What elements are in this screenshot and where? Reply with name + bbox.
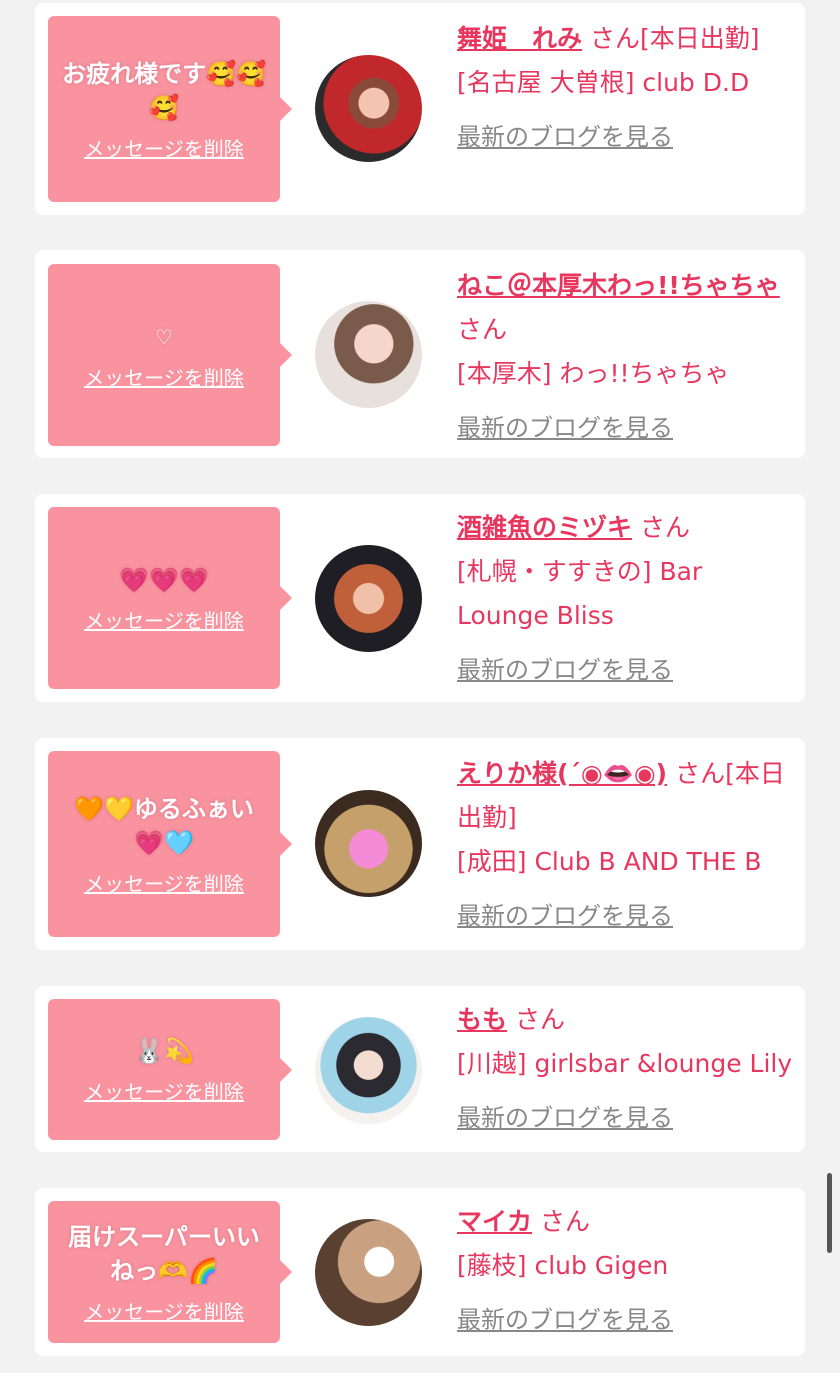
message-bubble: ♡ メッセージを削除 (48, 264, 292, 446)
message-text: 🐰💫 (134, 1037, 194, 1065)
avatar[interactable] (315, 55, 422, 162)
latest-blog-link[interactable]: 最新のブログを見る (457, 406, 673, 450)
delete-message-link[interactable]: メッセージを削除 (84, 868, 244, 897)
message-text: ♡ (155, 324, 173, 349)
avatar[interactable] (315, 545, 422, 652)
san-suffix: さん (514, 1005, 565, 1034)
message-bubble: 🐰💫 メッセージを削除 (48, 999, 292, 1140)
scrollbar[interactable] (827, 1173, 832, 1253)
profile-info: えりか様(´◉👄◉) さん[本日出勤] [成田] Club B AND THE … (457, 752, 792, 938)
message-text: 💗💗💗 (119, 565, 209, 594)
san-suffix: さん (457, 315, 508, 344)
shop-label: [藤枝] club Gigen (457, 1251, 669, 1280)
message-card: 🐰💫 メッセージを削除 もも さん [川越] girlsbar &lounge … (35, 986, 805, 1152)
avatar[interactable] (315, 1219, 422, 1326)
delete-message-link[interactable]: メッセージを削除 (84, 1296, 244, 1325)
profile-name-link[interactable]: 酒雑魚のミヅキ (457, 513, 632, 542)
latest-blog-link[interactable]: 最新のブログを見る (457, 1298, 673, 1342)
delete-message-link[interactable]: メッセージを削除 (84, 362, 244, 391)
profile-name-link[interactable]: えりか様(´◉👄◉) (457, 759, 667, 788)
shop-label: [成田] Club B AND THE B (457, 847, 762, 876)
san-suffix: さん (675, 759, 726, 788)
message-card: 届けスーパーいいねっ🫶🌈 メッセージを削除 マイカ さん [藤枝] club G… (35, 1188, 805, 1356)
avatar[interactable] (315, 301, 422, 408)
profile-info: ねこ＠本厚木わっ!!ちゃちゃ さん [本厚木] わっ!!ちゃちゃ 最新のブログを… (457, 264, 792, 450)
delete-message-link[interactable]: メッセージを削除 (84, 1076, 244, 1105)
message-bubble: 🧡💛ゆるふぁい💗🩵 メッセージを削除 (48, 751, 292, 937)
san-suffix: さん (539, 1207, 590, 1236)
shop-label: [本厚木] わっ!!ちゃちゃ (457, 359, 730, 388)
profile-name-link[interactable]: ねこ＠本厚木わっ!!ちゃちゃ (457, 271, 780, 300)
latest-blog-link[interactable]: 最新のブログを見る (457, 894, 673, 938)
message-bubble: 届けスーパーいいねっ🫶🌈 メッセージを削除 (48, 1201, 292, 1343)
latest-blog-link[interactable]: 最新のブログを見る (457, 115, 673, 159)
shop-label: [川越] girlsbar &lounge Lily (457, 1049, 793, 1078)
message-bubble: お疲れ様です🥰🥰🥰 メッセージを削除 (48, 16, 292, 202)
message-text: 🧡💛ゆるふぁい💗🩵 (74, 794, 254, 857)
latest-blog-link[interactable]: 最新のブログを見る (457, 648, 673, 692)
delete-message-link[interactable]: メッセージを削除 (84, 133, 244, 162)
delete-message-link[interactable]: メッセージを削除 (84, 605, 244, 634)
avatar[interactable] (315, 1017, 422, 1124)
message-bubble: 💗💗💗 メッセージを削除 (48, 507, 292, 689)
profile-name-link[interactable]: マイカ (457, 1207, 532, 1236)
latest-blog-link[interactable]: 最新のブログを見る (457, 1096, 673, 1140)
profile-name-link[interactable]: 舞姫 れみ (457, 24, 582, 53)
avatar[interactable] (315, 790, 422, 897)
shop-label: [札幌・すすきの] Bar Lounge Bliss (457, 557, 703, 630)
shop-label: [名古屋 大曽根] club D.D (457, 68, 750, 97)
message-card: お疲れ様です🥰🥰🥰 メッセージを削除 舞姫 れみ さん[本日出勤] [名古屋 大… (35, 3, 805, 215)
message-card: ♡ メッセージを削除 ねこ＠本厚木わっ!!ちゃちゃ さん [本厚木] わっ!!ち… (35, 250, 805, 458)
profile-name-link[interactable]: もも (457, 1005, 507, 1034)
work-status: [本日出勤] (639, 24, 760, 53)
profile-info: 舞姫 れみ さん[本日出勤] [名古屋 大曽根] club D.D 最新のブログ… (457, 17, 792, 159)
profile-info: もも さん [川越] girlsbar &lounge Lily 最新のブログを… (457, 998, 792, 1140)
san-suffix: さん (639, 513, 690, 542)
message-text: 届けスーパーいいねっ🫶🌈 (68, 1222, 260, 1285)
message-card: 🧡💛ゆるふぁい💗🩵 メッセージを削除 えりか様(´◉👄◉) さん[本日出勤] [… (35, 738, 805, 950)
profile-info: マイカ さん [藤枝] club Gigen 最新のブログを見る (457, 1200, 792, 1342)
profile-info: 酒雑魚のミヅキ さん [札幌・すすきの] Bar Lounge Bliss 最新… (457, 506, 792, 692)
san-suffix: さん (589, 24, 640, 53)
message-text: お疲れ様です🥰🥰🥰 (62, 59, 266, 122)
message-card: 💗💗💗 メッセージを削除 酒雑魚のミヅキ さん [札幌・すすきの] Bar Lo… (35, 494, 805, 702)
